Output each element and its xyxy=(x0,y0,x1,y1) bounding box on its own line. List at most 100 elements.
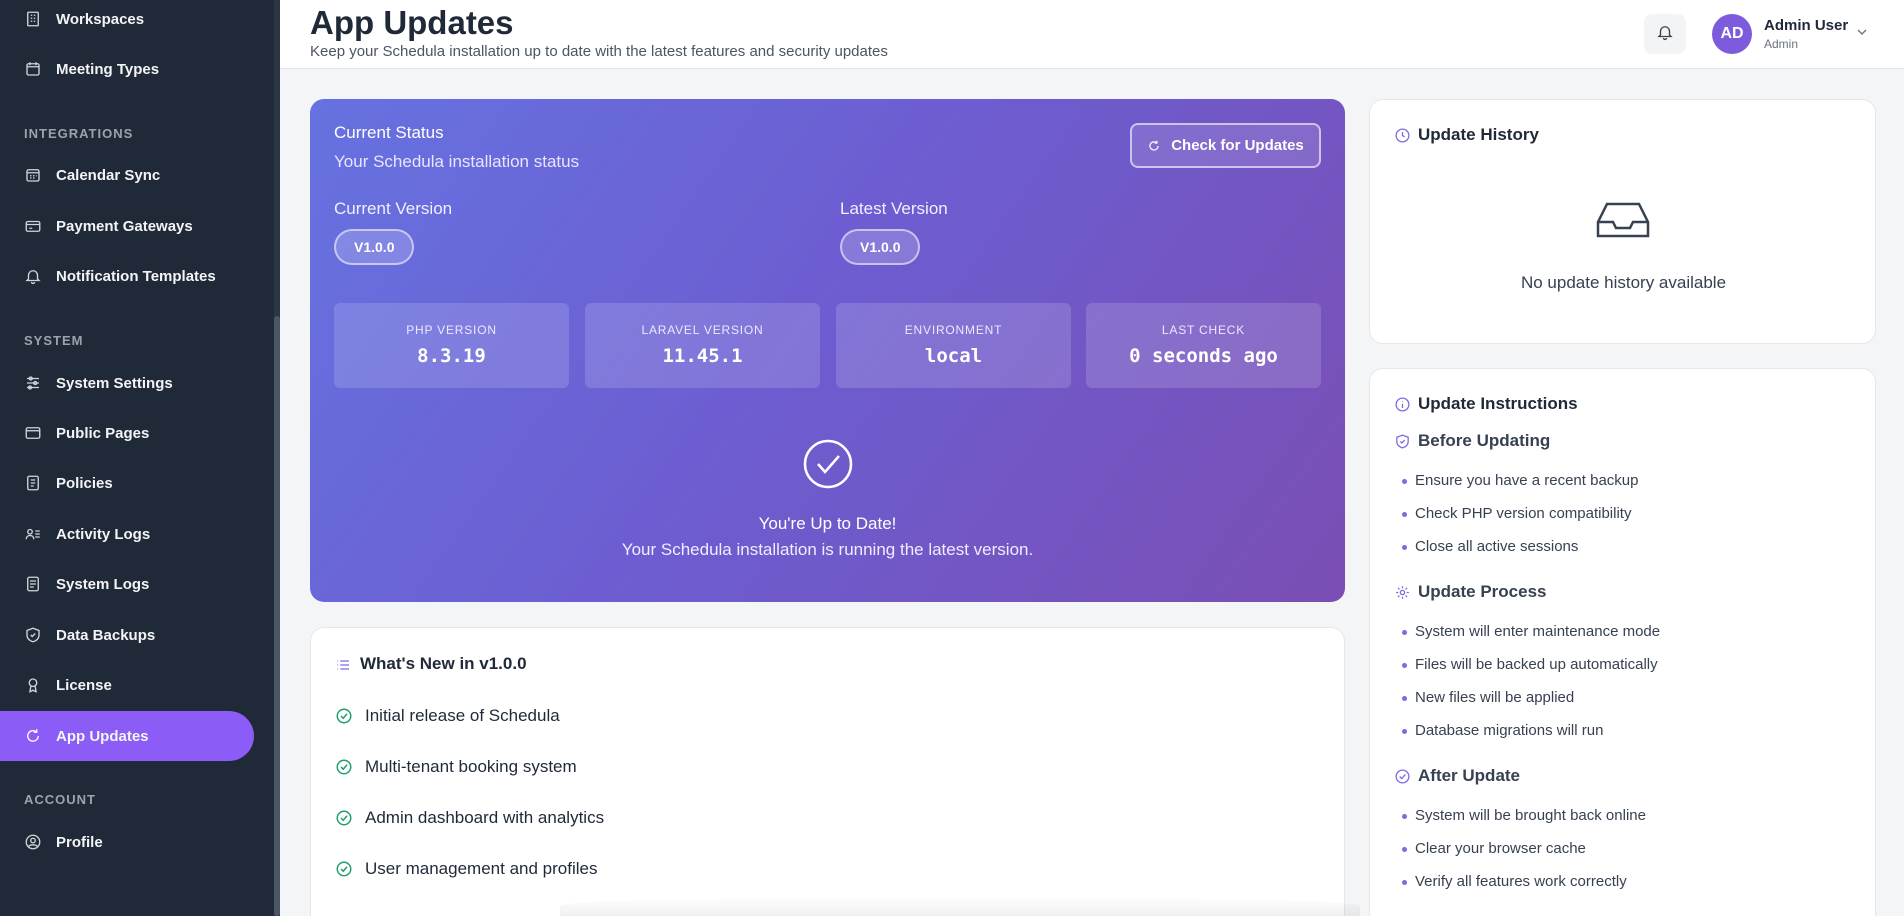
update-instructions-card: Update Instructions Before Updating Ensu… xyxy=(1369,368,1876,916)
page-subtitle: Keep your Schedula installation up to da… xyxy=(310,43,888,60)
info-value: 0 seconds ago xyxy=(1129,345,1278,367)
sidebar-item-notification-templates[interactable]: Notification Templates xyxy=(0,251,254,301)
list-item: Multi-tenant booking system xyxy=(335,755,577,779)
check-for-updates-button[interactable]: Check for Updates xyxy=(1130,123,1321,168)
check-circle-icon xyxy=(335,758,353,776)
sidebar-scrollbar-thumb[interactable] xyxy=(274,316,280,916)
up-to-date-title: You're Up to Date! xyxy=(758,514,897,533)
status-title: Current Status xyxy=(334,123,444,142)
update-history-title: Update History xyxy=(1418,125,1539,144)
check-circle-icon xyxy=(335,860,353,878)
before-updating-title: Before Updating xyxy=(1418,431,1551,450)
environment-box: ENVIRONMENT local xyxy=(836,303,1071,388)
refresh-icon xyxy=(1149,140,1159,151)
php-version-box: PHP VERSION 8.3.19 xyxy=(334,303,569,388)
feature-text: Multi-tenant booking system xyxy=(365,757,577,776)
user-list-icon xyxy=(24,525,42,543)
check-for-updates-label: Check for Updates xyxy=(1171,137,1304,154)
sidebar-item-policies[interactable]: Policies xyxy=(0,458,254,508)
list-item: User management and profiles xyxy=(335,857,597,881)
latest-version-badge: V1.0.0 xyxy=(840,229,921,265)
user-role: Admin xyxy=(1764,37,1799,51)
current-version-badge: V1.0.0 xyxy=(334,229,415,265)
list-icon xyxy=(335,657,351,673)
sidebar-item-app-updates[interactable]: App Updates xyxy=(0,711,254,761)
building-icon xyxy=(24,10,42,28)
sidebar-item-label: Public Pages xyxy=(56,424,150,442)
gear-icon xyxy=(1394,584,1411,601)
info-label: ENVIRONMENT xyxy=(904,323,1003,337)
browser-icon xyxy=(24,424,42,442)
sidebar-item-calendar-sync[interactable]: Calendar Sync xyxy=(0,150,254,200)
sidebar-item-public-pages[interactable]: Public Pages xyxy=(0,408,254,458)
list-item: New files will be applied xyxy=(1401,689,1575,706)
sidebar-item-label: Profile xyxy=(56,833,103,851)
sidebar-item-label: System Logs xyxy=(56,575,150,593)
sidebar-item-label: Workspaces xyxy=(56,10,145,28)
feature-text: User management and profiles xyxy=(365,859,598,878)
update-process-title: Update Process xyxy=(1418,582,1547,601)
current-version-label: Current Version xyxy=(334,199,453,218)
scroll-shadow xyxy=(560,896,1360,916)
list-item: Clear your browser cache xyxy=(1402,840,1586,857)
info-label: PHP VERSION xyxy=(406,323,497,337)
empty-history-message: No update history available xyxy=(1520,273,1727,292)
feature-text: Admin dashboard with analytics xyxy=(365,808,605,827)
sidebar-section-system: SYSTEM xyxy=(24,333,84,348)
last-check-box: LAST CHECK 0 seconds ago xyxy=(1086,303,1321,388)
sidebar-item-label: Data Backups xyxy=(56,626,156,644)
list-item: Verify all features work correctly xyxy=(1402,873,1627,890)
user-circle-icon xyxy=(24,833,42,851)
sidebar-item-label: System Settings xyxy=(56,374,173,392)
sidebar-item-meeting-types[interactable]: Meeting Types xyxy=(0,44,254,94)
sidebar-item-label: Payment Gateways xyxy=(56,217,193,235)
update-instructions-title: Update Instructions xyxy=(1418,394,1578,413)
refresh-icon xyxy=(24,727,42,745)
list-item: Check PHP version compatibility xyxy=(1401,505,1632,522)
sidebar-item-label: Calendar Sync xyxy=(56,166,161,184)
calendar-grid-icon xyxy=(24,166,42,184)
sidebar-item-activity-logs[interactable]: Activity Logs xyxy=(0,509,254,559)
bell-icon xyxy=(1656,23,1674,46)
log-icon xyxy=(24,575,42,593)
list-item: Database migrations will run xyxy=(1401,722,1604,739)
calendar-icon xyxy=(24,60,42,78)
laravel-version-box: LARAVEL VERSION 11.45.1 xyxy=(585,303,820,388)
check-circle-icon xyxy=(335,809,353,827)
list-item: Ensure you have a recent backup xyxy=(1401,472,1639,489)
list-item: Admin dashboard with analytics xyxy=(335,806,604,830)
whats-new-card: What's New in v1.0.0 Initial release of … xyxy=(310,627,1345,916)
check-circle-icon xyxy=(335,707,353,725)
document-icon xyxy=(24,474,42,492)
sidebar-item-workspaces[interactable]: Workspaces xyxy=(0,0,254,44)
list-item: System will be brought back online xyxy=(1402,807,1646,824)
sidebar-item-data-backups[interactable]: Data Backups xyxy=(0,610,254,660)
sidebar-item-label: Policies xyxy=(56,474,113,492)
badge-icon xyxy=(24,676,42,694)
sidebar-item-system-settings[interactable]: System Settings xyxy=(0,358,254,408)
info-label: LARAVEL VERSION xyxy=(641,323,764,337)
sidebar-item-system-logs[interactable]: System Logs xyxy=(0,559,254,609)
status-subtitle: Your Schedula installation status xyxy=(334,152,580,171)
sidebar-item-label: Activity Logs xyxy=(56,525,151,543)
up-to-date-message: Your Schedula installation is running th… xyxy=(621,540,1034,559)
notifications-button[interactable] xyxy=(1644,14,1686,54)
sidebar-section-account: ACCOUNT xyxy=(24,792,96,807)
sidebar-item-label: Meeting Types xyxy=(56,60,160,78)
info-value: local xyxy=(924,345,983,367)
sidebar-item-label: License xyxy=(56,676,112,694)
info-label: LAST CHECK xyxy=(1161,323,1246,337)
sidebar-item-payment-gateways[interactable]: Payment Gateways xyxy=(0,201,254,251)
check-circle-icon xyxy=(803,439,853,489)
list-item: System will enter maintenance mode xyxy=(1401,623,1661,640)
chevron-down-icon[interactable] xyxy=(1854,24,1870,40)
sidebar-item-license[interactable]: License xyxy=(0,660,254,710)
check-circle-icon xyxy=(1394,768,1411,785)
sidebar-item-profile[interactable]: Profile xyxy=(0,817,254,867)
page-title: App Updates xyxy=(310,4,514,41)
user-name[interactable]: Admin User xyxy=(1764,17,1848,34)
sidebar-item-label: Notification Templates xyxy=(56,267,216,285)
list-item: Close all active sessions xyxy=(1401,538,1579,555)
sliders-icon xyxy=(24,374,42,392)
avatar[interactable]: AD xyxy=(1712,14,1752,54)
